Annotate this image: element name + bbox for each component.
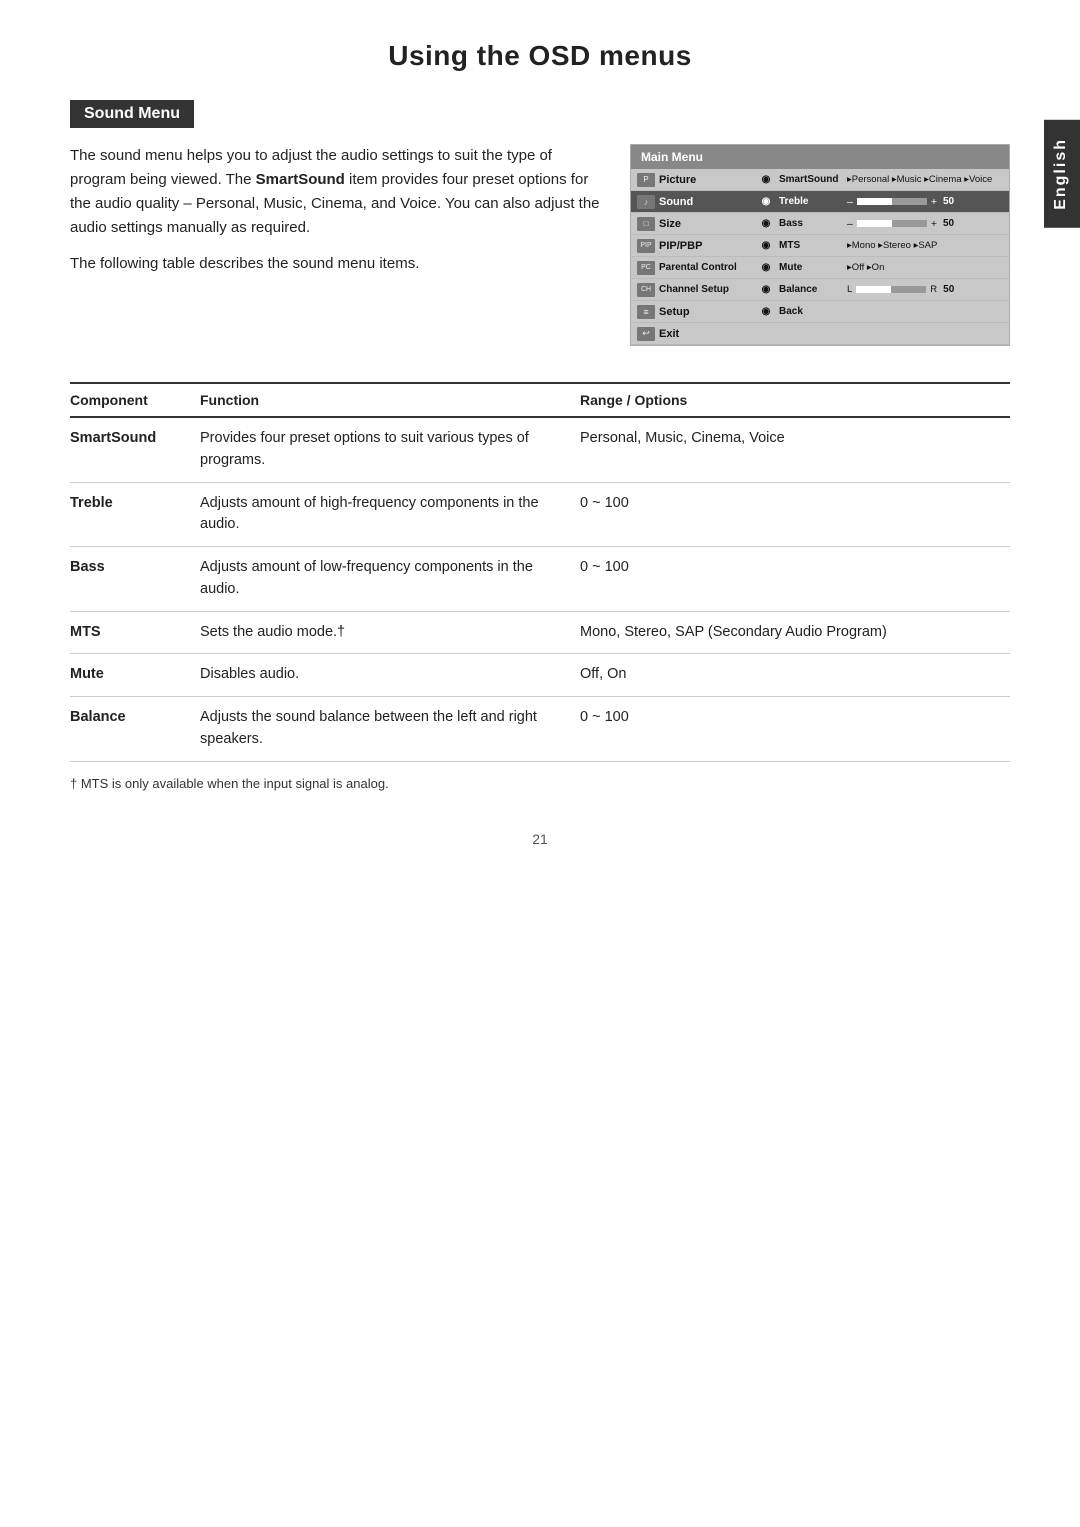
bass-value: 50: [943, 218, 954, 229]
mts-label: MTS: [779, 240, 800, 251]
function-bass: Adjusts amount of low-frequency componen…: [200, 547, 580, 612]
mts-options: ▸Mono ▸Stereo ▸SAP: [847, 240, 937, 251]
mute-options: ▸Off ▸On: [847, 262, 884, 273]
table-row: Mute Disables audio. Off, On: [70, 654, 1010, 697]
smartsound-label: SmartSound: [779, 174, 838, 185]
intro-paragraph-1: The sound menu helps you to adjust the a…: [70, 144, 600, 240]
range-balance: 0 ~ 100: [580, 697, 1010, 762]
table-footnote: † MTS is only available when the input s…: [70, 776, 1010, 791]
mts-icon: ◉: [757, 239, 775, 253]
size-icon: □: [637, 217, 655, 231]
function-mts: Sets the audio mode.†: [200, 611, 580, 654]
bass-icon: ◉: [757, 217, 775, 231]
component-mts: MTS: [70, 611, 200, 654]
treble-value: 50: [943, 196, 954, 207]
component-smartsound: SmartSound: [70, 417, 200, 482]
treble-bar: [857, 198, 927, 205]
bass-bar: [857, 220, 927, 227]
section-heading: Sound Menu: [70, 100, 194, 128]
pip-icon: PIP: [637, 239, 655, 253]
mute-label: Mute: [779, 262, 802, 273]
osd-menu-row-sound: ♪ Sound ◉ Treble – + 50: [631, 191, 1009, 213]
col-header-function: Function: [200, 383, 580, 417]
smartsound-options: ▸Personal ▸Music ▸Cinema ▸Voice: [847, 174, 992, 185]
osd-menu-row-picture: P Picture ◉ SmartSound ▸Personal ▸Music …: [631, 169, 1009, 191]
osd-menu-row-pip: PIP PIP/PBP ◉ MTS ▸Mono ▸Stereo ▸SAP: [631, 235, 1009, 257]
function-balance: Adjusts the sound balance between the le…: [200, 697, 580, 762]
osd-menu-row-setup: ≡ Setup ◉ Back: [631, 301, 1009, 323]
back-label: Back: [779, 306, 803, 317]
component-treble: Treble: [70, 482, 200, 547]
treble-label: Treble: [779, 196, 808, 207]
sound-label: Sound: [659, 196, 693, 208]
balance-icon: ◉: [757, 283, 775, 297]
table-row: SmartSound Provides four preset options …: [70, 417, 1010, 482]
osd-menu: Main Menu P Picture ◉ SmartSound ▸Person…: [630, 144, 1010, 346]
range-bass: 0 ~ 100: [580, 547, 1010, 612]
exit-label: Exit: [659, 328, 679, 340]
component-balance: Balance: [70, 697, 200, 762]
exit-icon: ↩: [637, 327, 655, 341]
range-smartsound: Personal, Music, Cinema, Voice: [580, 417, 1010, 482]
intro-section: The sound menu helps you to adjust the a…: [70, 144, 1010, 346]
picture-icon: P: [637, 173, 655, 187]
function-mute: Disables audio.: [200, 654, 580, 697]
bass-label: Bass: [779, 218, 803, 229]
balance-l: L: [847, 284, 852, 295]
range-mute: Off, On: [580, 654, 1010, 697]
balance-bar: [856, 286, 926, 293]
channel-label: Channel Setup: [659, 284, 729, 295]
bass-bar-fill: [857, 220, 892, 227]
balance-value: 50: [943, 284, 954, 295]
table-row: Bass Adjusts amount of low-frequency com…: [70, 547, 1010, 612]
component-table: Component Function Range / Options Smart…: [70, 382, 1010, 762]
sound-icon: ♪: [637, 195, 655, 209]
table-section: Component Function Range / Options Smart…: [70, 382, 1010, 791]
picture-label: Picture: [659, 174, 696, 186]
balance-r: R: [930, 284, 937, 295]
smartsound-icon: ◉: [757, 173, 775, 187]
pip-label: PIP/PBP: [659, 240, 702, 252]
osd-menu-row-channel: CH Channel Setup ◉ Balance L R 50: [631, 279, 1009, 301]
page-title: Using the OSD menus: [70, 40, 1010, 72]
page-number: 21: [70, 831, 1010, 847]
table-row: MTS Sets the audio mode.† Mono, Stereo, …: [70, 611, 1010, 654]
osd-menu-header: Main Menu: [631, 145, 1009, 169]
table-row: Treble Adjusts amount of high-frequency …: [70, 482, 1010, 547]
mute-icon: ◉: [757, 261, 775, 275]
english-tab: English: [1044, 120, 1080, 228]
table-row: Balance Adjusts the sound balance betwee…: [70, 697, 1010, 762]
bass-minus: –: [847, 218, 853, 230]
osd-menu-row-size: □ Size ◉ Bass – + 50: [631, 213, 1009, 235]
component-mute: Mute: [70, 654, 200, 697]
range-treble: 0 ~ 100: [580, 482, 1010, 547]
function-treble: Adjusts amount of high-frequency compone…: [200, 482, 580, 547]
treble-bar-fill: [857, 198, 892, 205]
treble-minus: –: [847, 196, 853, 208]
channel-icon: CH: [637, 283, 655, 297]
setup-label: Setup: [659, 306, 690, 318]
parental-label: Parental Control: [659, 262, 737, 273]
size-label: Size: [659, 218, 681, 230]
setup-icon: ≡: [637, 305, 655, 319]
osd-menu-row-parental: PC Parental Control ◉ Mute ▸Off ▸On: [631, 257, 1009, 279]
treble-plus: +: [931, 196, 937, 208]
function-smartsound: Provides four preset options to suit var…: [200, 417, 580, 482]
range-mts: Mono, Stereo, SAP (Secondary Audio Progr…: [580, 611, 1010, 654]
balance-bar-fill: [856, 286, 891, 293]
intro-text: The sound menu helps you to adjust the a…: [70, 144, 600, 346]
intro-paragraph-2: The following table describes the sound …: [70, 252, 600, 276]
treble-icon: ◉: [757, 195, 775, 209]
osd-menu-row-exit: ↩ Exit: [631, 323, 1009, 345]
back-icon: ◉: [757, 305, 775, 319]
col-header-range: Range / Options: [580, 383, 1010, 417]
col-header-component: Component: [70, 383, 200, 417]
component-bass: Bass: [70, 547, 200, 612]
parental-icon: PC: [637, 261, 655, 275]
balance-label: Balance: [779, 284, 817, 295]
bass-plus: +: [931, 218, 937, 230]
